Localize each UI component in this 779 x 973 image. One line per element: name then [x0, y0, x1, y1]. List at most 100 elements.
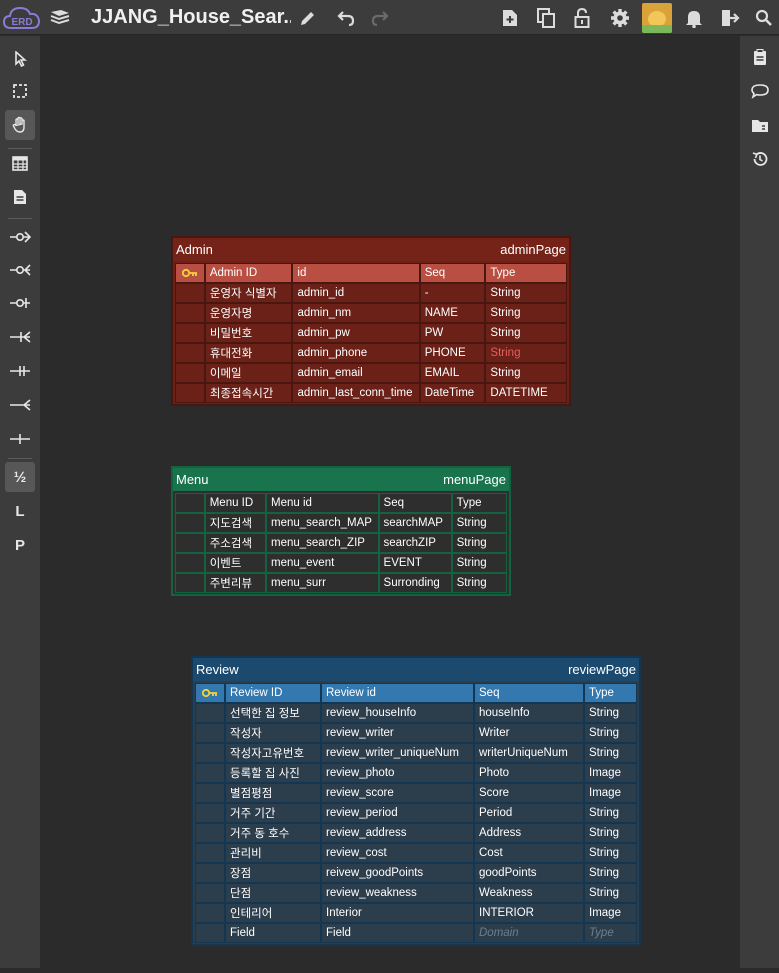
table-comment[interactable]: reviewPage [568, 662, 636, 677]
table-icon[interactable] [5, 148, 35, 178]
type-cell[interactable]: String [584, 743, 637, 763]
table-header[interactable]: Menu menuPage [173, 468, 509, 491]
physical-name-cell[interactable]: reivew_goodPoints [321, 863, 474, 883]
type-cell[interactable]: DATETIME [485, 383, 567, 403]
page-title[interactable]: JJANG_House_Sear... [91, 0, 291, 35]
physical-name-cell[interactable]: menu_search_ZIP [265, 533, 379, 553]
table-row[interactable]: 주변리뷰 menu_surr Surronding String [175, 573, 507, 593]
table-comment[interactable]: adminPage [500, 242, 566, 257]
physical-name-cell[interactable]: admin_email [292, 363, 420, 383]
table-row[interactable]: 장점 reivew_goodPoints goodPoints String [195, 863, 637, 883]
type-cell[interactable]: String [451, 553, 507, 573]
domain-cell[interactable]: - [419, 283, 486, 303]
logical-name-cell[interactable]: 이메일 [204, 363, 293, 383]
physical-name-cell[interactable]: admin_nm [292, 303, 420, 323]
logical-name-cell[interactable]: 거주 동 호수 [225, 823, 321, 843]
type-cell[interactable]: String [451, 533, 507, 553]
table-name[interactable]: Admin [176, 242, 213, 257]
table-row[interactable]: 운영자 식별자 admin_id - String [175, 283, 567, 303]
logical-name-cell[interactable]: 최종접속시간 [204, 383, 293, 403]
logout-icon[interactable] [718, 0, 742, 35]
table-row[interactable]: 거주 동 호수 review_address Address String [195, 823, 637, 843]
domain-cell[interactable]: writerUniqueNum [474, 743, 584, 763]
erd-cloud-logo[interactable]: ERD [2, 0, 42, 35]
logical-name-cell[interactable]: 작성자 [225, 723, 321, 743]
redo-icon[interactable] [368, 0, 392, 35]
table-row[interactable]: 등록할 집 사진 review_photo Photo Image [195, 763, 637, 783]
type-cell[interactable]: String [485, 283, 567, 303]
logical-name-cell[interactable]: 단점 [225, 883, 321, 903]
search-icon[interactable] [752, 0, 776, 35]
table-row[interactable]: 작성자 review_writer Writer String [195, 723, 637, 743]
column-header[interactable]: Admin ID [204, 263, 293, 283]
domain-cell[interactable]: NAME [419, 303, 486, 323]
pencil-icon[interactable] [296, 0, 320, 35]
type-cell[interactable]: String [451, 513, 507, 533]
table-row[interactable]: 거주 기간 review_period Period String [195, 803, 637, 823]
column-header[interactable]: Seq [419, 263, 486, 283]
domain-cell[interactable]: Photo [474, 763, 584, 783]
type-cell[interactable]: String [584, 883, 637, 903]
physical-name-cell[interactable]: review_period [321, 803, 474, 823]
column-header[interactable]: Menu id [265, 493, 379, 513]
column-header[interactable]: Review ID [225, 683, 321, 703]
domain-cell[interactable]: Writer [474, 723, 584, 743]
column-header[interactable]: Menu ID [204, 493, 266, 513]
domain-cell[interactable]: Period [474, 803, 584, 823]
domain-cell[interactable]: PHONE [419, 343, 486, 363]
logical-name-cell[interactable]: 운영자 식별자 [204, 283, 293, 303]
logical-name-cell[interactable]: 휴대전화 [204, 343, 293, 363]
column-header[interactable]: Seq [474, 683, 584, 703]
table-comment[interactable]: menuPage [443, 472, 506, 487]
physical-name-cell[interactable]: menu_search_MAP [265, 513, 379, 533]
logical-icon[interactable]: L [5, 496, 35, 526]
domain-cell[interactable]: Surronding [378, 573, 452, 593]
table-name[interactable]: Review [196, 662, 239, 677]
rel-line-icon[interactable] [5, 424, 35, 454]
domain-cell[interactable]: Score [474, 783, 584, 803]
rel-one-one-icon[interactable] [5, 356, 35, 386]
type-cell[interactable]: String [584, 843, 637, 863]
book-icon[interactable] [49, 0, 71, 35]
table-row[interactable]: 작성자고유번호 review_writer_uniqueNum writerUn… [195, 743, 637, 763]
logical-name-cell[interactable]: 작성자고유번호 [225, 743, 321, 763]
physical-name-cell[interactable]: menu_surr [265, 573, 379, 593]
physical-name-cell[interactable]: admin_phone [292, 343, 420, 363]
domain-cell[interactable]: Cost [474, 843, 584, 863]
logical-name-cell[interactable]: 이벤트 [204, 553, 266, 573]
type-cell[interactable]: String [451, 573, 507, 593]
table-row[interactable]: 주소검색 menu_search_ZIP searchZIP String [175, 533, 507, 553]
logical-name-cell[interactable]: 주변리뷰 [204, 573, 266, 593]
column-header[interactable]: Review id [321, 683, 474, 703]
logical-name-cell[interactable]: 별점평점 [225, 783, 321, 803]
physical-name-cell[interactable]: review_photo [321, 763, 474, 783]
column-header[interactable]: Type [485, 263, 568, 283]
column-header[interactable]: Type [451, 493, 507, 513]
domain-cell[interactable]: Weakness [474, 883, 584, 903]
domain-placeholder[interactable]: Domain [474, 923, 584, 943]
rel-zero-many-icon[interactable] [5, 255, 35, 285]
type-cell[interactable]: Image [584, 783, 637, 803]
rel-one-only-icon[interactable] [5, 288, 35, 318]
copy-icon[interactable] [534, 0, 558, 35]
rel-one-many-icon[interactable] [5, 322, 35, 352]
table-header[interactable]: Admin adminPage [173, 238, 569, 261]
pointer-icon[interactable] [5, 44, 35, 74]
physical-name-cell[interactable]: menu_event [265, 553, 379, 573]
domain-cell[interactable]: Address [474, 823, 584, 843]
gear-icon[interactable] [608, 0, 632, 35]
table-name[interactable]: Menu [176, 472, 209, 487]
logical-name-cell[interactable]: 장점 [225, 863, 321, 883]
type-cell[interactable]: String [584, 863, 637, 883]
table-row[interactable]: 휴대전화 admin_phone PHONE String [175, 343, 567, 363]
table-row[interactable]: 이메일 admin_email EMAIL String [175, 363, 567, 383]
type-cell[interactable]: String [584, 823, 637, 843]
physical-name-cell[interactable]: review_address [321, 823, 474, 843]
physical-name-cell[interactable]: review_houseInfo [321, 703, 474, 723]
logical-name-cell[interactable]: 주소검색 [204, 533, 266, 553]
physical-name-cell[interactable]: review_cost [321, 843, 474, 863]
logical-name-cell[interactable]: 운영자명 [204, 303, 293, 323]
comment-icon[interactable] [747, 78, 773, 104]
lock-icon[interactable] [570, 0, 594, 35]
domain-cell[interactable]: EMAIL [419, 363, 486, 383]
